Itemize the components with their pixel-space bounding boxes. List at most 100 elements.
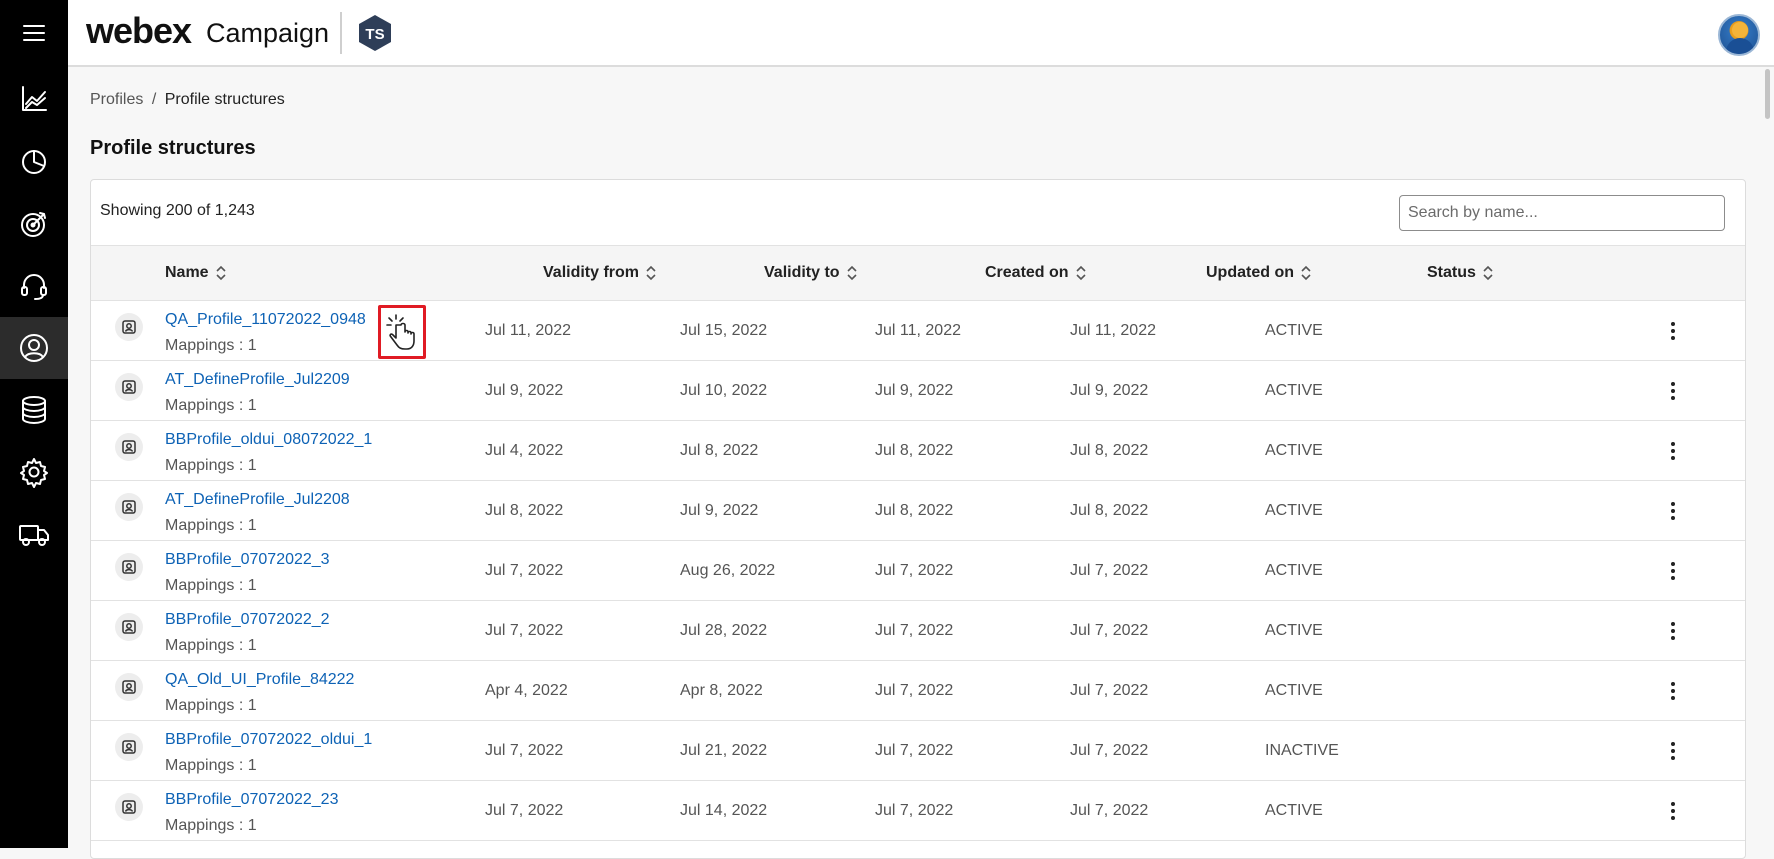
created-on-cell: Jul 11, 2022 <box>875 322 961 339</box>
column-header-updated-on[interactable]: Updated on <box>1206 264 1312 282</box>
validity-from-cell: Jul 9, 2022 <box>485 382 564 399</box>
row-actions-kebab-icon[interactable] <box>1667 439 1679 463</box>
truck-icon[interactable] <box>0 503 68 565</box>
search-input[interactable] <box>1399 195 1725 231</box>
mappings-count: Mappings : 1 <box>165 337 257 354</box>
tenant-logo-icon: TS <box>356 14 394 52</box>
row-actions-kebab-icon[interactable] <box>1667 739 1679 763</box>
status-cell: ACTIVE <box>1265 622 1323 639</box>
profile-name-link[interactable]: QA_Profile_11072022_0948 <box>165 311 366 329</box>
row-actions-kebab-icon[interactable] <box>1667 379 1679 403</box>
column-header-name[interactable]: Name <box>165 264 227 282</box>
created-on-cell: Jul 8, 2022 <box>875 502 954 519</box>
profile-structure-icon <box>115 613 143 641</box>
row-actions-kebab-icon[interactable] <box>1667 799 1679 823</box>
results-count: Showing 200 of 1,243 <box>100 202 255 219</box>
profile-name-link[interactable]: BBProfile_07072022_oldui_1 <box>165 731 372 749</box>
validity-to-cell: Jul 14, 2022 <box>680 802 768 819</box>
validity-to-cell: Aug 26, 2022 <box>680 562 776 579</box>
column-header-validity-from[interactable]: Validity from <box>543 264 657 282</box>
profile-name-link[interactable]: BBProfile_07072022_2 <box>165 611 330 629</box>
column-header-validity-to[interactable]: Validity to <box>764 264 858 282</box>
validity-to-cell: Jul 21, 2022 <box>680 742 768 759</box>
pie-chart-icon[interactable] <box>0 130 68 192</box>
profile-structure-icon <box>115 373 143 401</box>
headset-icon[interactable] <box>0 255 68 317</box>
validity-to-cell: Jul 8, 2022 <box>680 442 759 459</box>
sort-icon[interactable] <box>1300 264 1312 282</box>
gear-icon[interactable] <box>0 441 68 503</box>
row-actions-kebab-icon[interactable] <box>1667 679 1679 703</box>
mappings-count: Mappings : 1 <box>165 637 257 654</box>
profile-structure-icon <box>115 733 143 761</box>
user-avatar[interactable] <box>1718 14 1760 56</box>
sort-icon[interactable] <box>1075 264 1087 282</box>
user-circle-icon[interactable] <box>0 317 68 379</box>
updated-on-cell: Jul 8, 2022 <box>1070 502 1149 519</box>
row-actions-kebab-icon[interactable] <box>1667 499 1679 523</box>
created-on-cell: Jul 7, 2022 <box>875 742 954 759</box>
status-cell: ACTIVE <box>1265 382 1323 399</box>
page-scrollbar[interactable] <box>1762 67 1774 848</box>
status-cell: INACTIVE <box>1265 742 1339 759</box>
profile-name-link[interactable]: BBProfile_oldui_08072022_1 <box>165 431 372 449</box>
validity-to-cell: Apr 8, 2022 <box>680 682 763 699</box>
profile-name-link[interactable]: BBProfile_07072022_23 <box>165 791 338 809</box>
profile-name-link[interactable]: AT_DefineProfile_Jul2208 <box>165 491 350 509</box>
validity-from-cell: Jul 7, 2022 <box>485 742 564 759</box>
updated-on-cell: Jul 11, 2022 <box>1070 322 1156 339</box>
row-actions-kebab-icon[interactable] <box>1667 319 1679 343</box>
validity-from-cell: Jul 7, 2022 <box>485 622 564 639</box>
breadcrumb-current: Profile structures <box>164 91 285 108</box>
status-cell: ACTIVE <box>1265 802 1323 819</box>
status-cell: ACTIVE <box>1265 682 1323 699</box>
click-cursor-highlight <box>378 305 426 359</box>
row-actions-kebab-icon[interactable] <box>1667 559 1679 583</box>
line-chart-icon[interactable] <box>0 68 68 130</box>
page-title: Profile structures <box>90 137 256 159</box>
updated-on-cell: Jul 7, 2022 <box>1070 562 1149 579</box>
column-header-validity-from-label: Validity from <box>543 264 640 281</box>
sort-icon[interactable] <box>215 264 227 282</box>
profile-structure-icon <box>115 793 143 821</box>
profiles-table-panel: Showing 200 of 1,243 Name Validity from … <box>90 179 1746 859</box>
column-header-created-on[interactable]: Created on <box>985 264 1087 282</box>
column-header-status[interactable]: Status <box>1427 264 1494 282</box>
sort-icon[interactable] <box>1482 264 1494 282</box>
validity-from-cell: Jul 11, 2022 <box>485 322 571 339</box>
profile-name-link[interactable]: AT_DefineProfile_Jul2209 <box>165 371 350 389</box>
profile-name-link[interactable]: QA_Old_UI_Profile_84222 <box>165 671 354 689</box>
table-row: BBProfile_07072022_2 Mappings : 1 Jul 7,… <box>91 601 1745 661</box>
profile-structure-icon <box>115 553 143 581</box>
row-actions-kebab-icon[interactable] <box>1667 619 1679 643</box>
created-on-cell: Jul 7, 2022 <box>875 682 954 699</box>
table-row: BBProfile_oldui_08072022_1 Mappings : 1 … <box>91 421 1745 481</box>
mappings-count: Mappings : 1 <box>165 817 257 834</box>
breadcrumb-separator: / <box>151 91 157 108</box>
hamburger-menu-icon[interactable] <box>0 2 68 64</box>
svg-text:TS: TS <box>365 26 384 43</box>
validity-from-cell: Jul 7, 2022 <box>485 562 564 579</box>
updated-on-cell: Jul 7, 2022 <box>1070 802 1149 819</box>
sort-icon[interactable] <box>645 264 657 282</box>
table-row: BBProfile_07072022_3 Mappings : 1 Jul 7,… <box>91 541 1745 601</box>
breadcrumb: Profiles / Profile structures <box>90 91 285 109</box>
table-row: AT_DefineProfile_Jul2209 Mappings : 1 Ju… <box>91 361 1745 421</box>
sort-icon[interactable] <box>846 264 858 282</box>
profile-name-link[interactable]: BBProfile_07072022_3 <box>165 551 330 569</box>
mappings-count: Mappings : 1 <box>165 457 257 474</box>
top-bar: webex Campaign TS <box>68 0 1774 67</box>
breadcrumb-profiles[interactable]: Profiles <box>90 91 143 108</box>
validity-from-cell: Jul 8, 2022 <box>485 502 564 519</box>
created-on-cell: Jul 7, 2022 <box>875 802 954 819</box>
column-header-validity-to-label: Validity to <box>764 264 840 281</box>
created-on-cell: Jul 8, 2022 <box>875 442 954 459</box>
validity-to-cell: Jul 9, 2022 <box>680 502 759 519</box>
database-icon[interactable] <box>0 379 68 441</box>
profile-structure-icon <box>115 673 143 701</box>
table-body: QA_Profile_11072022_0948 Mappings : 1 Ju… <box>91 301 1745 841</box>
mappings-count: Mappings : 1 <box>165 397 257 414</box>
target-icon[interactable] <box>0 193 68 255</box>
validity-from-cell: Jul 4, 2022 <box>485 442 564 459</box>
table-row: BBProfile_07072022_23 Mappings : 1 Jul 7… <box>91 781 1745 841</box>
